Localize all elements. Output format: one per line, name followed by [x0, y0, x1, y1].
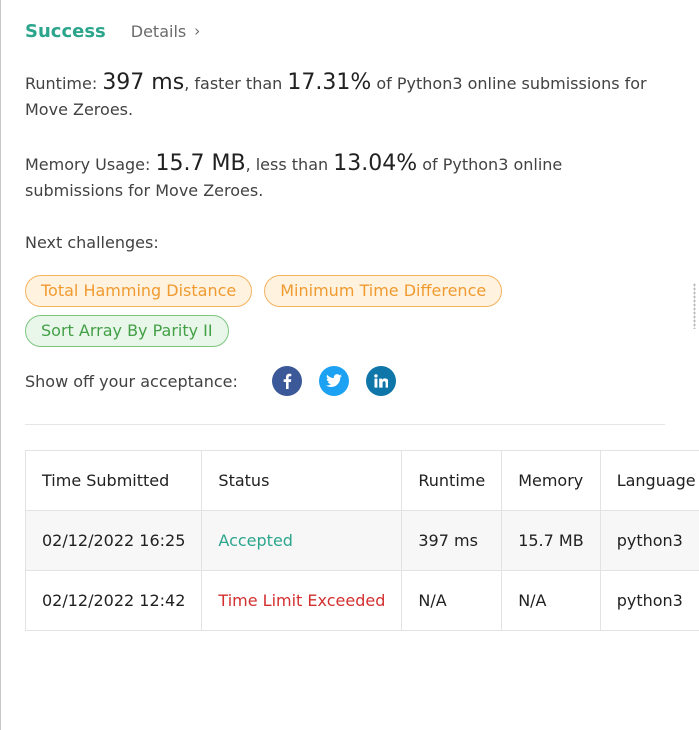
- cell-time: 02/12/2022 16:25: [24, 510, 203, 571]
- next-challenges-list: Total Hamming Distance Minimum Time Diff…: [25, 275, 545, 355]
- resize-handle[interactable]: [693, 283, 696, 329]
- submissions-table: Time Submitted Status Runtime Memory Lan…: [24, 450, 699, 631]
- challenge-chip[interactable]: Sort Array By Parity II: [25, 315, 229, 347]
- share-label: Show off your acceptance:: [25, 371, 238, 391]
- memory-percent: 13.04%: [333, 151, 418, 176]
- memory-value: 15.7 MB: [155, 151, 246, 176]
- cell-language: python3: [599, 570, 699, 631]
- runtime-stat: Runtime: 397 ms, faster than 17.31% of P…: [25, 70, 655, 123]
- column-header-memory[interactable]: Memory: [501, 450, 601, 511]
- linkedin-icon[interactable]: [365, 366, 396, 396]
- column-header-time[interactable]: Time Submitted: [24, 450, 203, 511]
- memory-mid: , less than: [245, 155, 329, 174]
- cell-language: python3: [599, 510, 699, 571]
- column-header-runtime[interactable]: Runtime: [401, 450, 503, 511]
- cell-status-link[interactable]: Accepted: [201, 510, 403, 571]
- cell-runtime: 397 ms: [401, 510, 503, 571]
- result-header: Success Details ›: [25, 19, 200, 43]
- panel-left-border: [0, 0, 1, 730]
- memory-label: Memory Usage:: [25, 155, 151, 174]
- cell-memory: N/A: [501, 570, 601, 631]
- challenge-chip[interactable]: Minimum Time Difference: [264, 275, 503, 307]
- table-header-row: Time Submitted Status Runtime Memory Lan…: [24, 450, 699, 511]
- runtime-mid: , faster than: [184, 74, 283, 93]
- column-header-status[interactable]: Status: [201, 450, 403, 511]
- twitter-icon[interactable]: [318, 366, 349, 396]
- chevron-right-icon: ›: [194, 22, 201, 40]
- table-row[interactable]: 02/12/2022 16:25 Accepted 397 ms 15.7 MB…: [24, 510, 699, 571]
- cell-time: 02/12/2022 12:42: [24, 570, 203, 631]
- runtime-percent: 17.31%: [287, 70, 372, 95]
- column-header-language[interactable]: Language: [599, 450, 699, 511]
- details-link[interactable]: Details ›: [131, 22, 200, 41]
- section-divider: [25, 424, 665, 425]
- runtime-value: 397 ms: [102, 70, 185, 95]
- table-row[interactable]: 02/12/2022 12:42 Time Limit Exceeded N/A…: [24, 570, 699, 631]
- facebook-icon[interactable]: [271, 366, 302, 396]
- social-buttons: [271, 366, 413, 396]
- runtime-label: Runtime:: [25, 74, 98, 93]
- cell-memory: 15.7 MB: [501, 510, 601, 571]
- memory-stat: Memory Usage: 15.7 MB, less than 13.04% …: [25, 151, 655, 204]
- cell-status-link[interactable]: Time Limit Exceeded: [201, 570, 403, 631]
- details-label: Details: [130, 21, 187, 41]
- status-title: Success: [25, 20, 106, 42]
- next-challenges-title: Next challenges:: [25, 233, 159, 252]
- cell-runtime: N/A: [401, 570, 503, 631]
- share-row: Show off your acceptance:: [25, 366, 413, 396]
- challenge-chip[interactable]: Total Hamming Distance: [25, 275, 253, 307]
